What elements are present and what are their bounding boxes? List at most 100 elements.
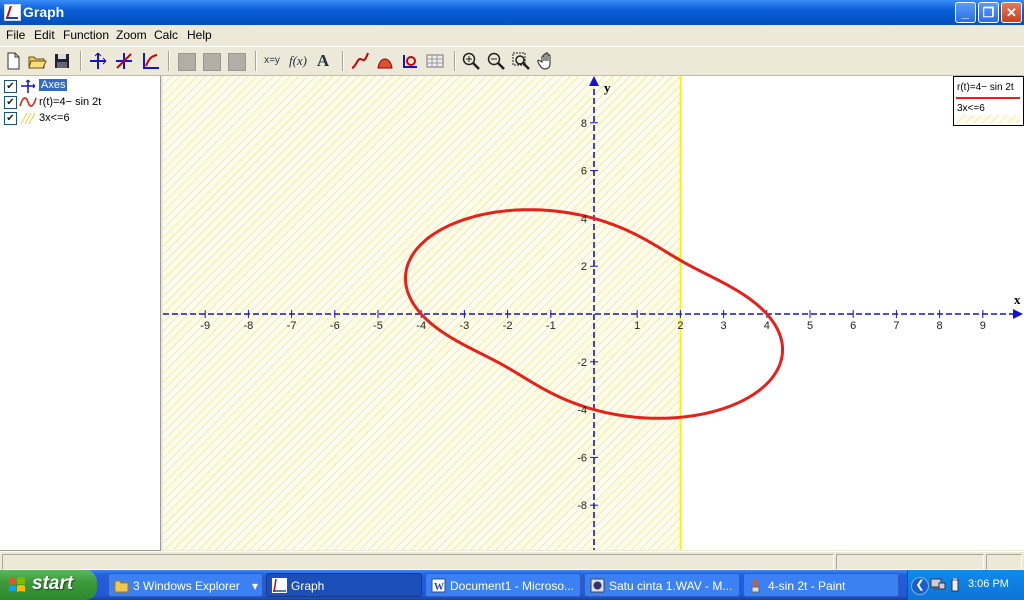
y-tick-label: 8 — [581, 118, 587, 130]
insert-text-icon[interactable]: A — [313, 51, 333, 71]
chevron-down-icon: ▾ — [251, 579, 258, 593]
show-hidden-icons-button[interactable]: ❮ — [911, 577, 929, 595]
menu-calc[interactable]: Calc — [154, 28, 178, 42]
toolbar: x=y f(x) A — [0, 46, 1024, 76]
toolbar-separator — [80, 51, 82, 71]
insert-axes-icon[interactable] — [88, 51, 108, 71]
start-button[interactable]: start — [0, 570, 97, 600]
taskbar-item-label: Graph — [291, 579, 325, 593]
menu-bar: File Edit Function Zoom Calc Help — [0, 25, 1024, 45]
minimize-button[interactable]: _ — [955, 2, 976, 23]
x-tick-label: 2 — [677, 320, 683, 332]
toolbar-separator — [255, 51, 257, 71]
status-cell — [986, 554, 1022, 570]
y-tick-label: 4 — [581, 213, 587, 225]
table-icon[interactable] — [425, 51, 445, 71]
insert-shading-icon[interactable] — [375, 51, 395, 71]
x-tick-label: 5 — [807, 320, 813, 332]
menu-edit[interactable]: Edit — [34, 28, 55, 42]
pan-hand-icon[interactable] — [537, 51, 557, 71]
x-tick-label: 1 — [634, 320, 640, 332]
taskbar-item-label: 3 Windows Explorer — [133, 579, 240, 593]
insert-series-icon[interactable] — [350, 51, 370, 71]
x-tick-label: 6 — [850, 320, 856, 332]
menu-help[interactable]: Help — [187, 28, 212, 42]
x-axis-arrow — [1013, 309, 1023, 319]
axes-icon — [21, 79, 36, 93]
volume-icon[interactable] — [950, 577, 960, 593]
shading-checkbox[interactable]: ✔ — [4, 112, 17, 125]
taskbar-item-label: Document1 - Microso... — [450, 579, 575, 593]
x-tick-label: 7 — [893, 320, 899, 332]
y-tick-label: -8 — [577, 500, 587, 512]
curve-icon — [19, 97, 37, 107]
menu-function[interactable]: Function — [63, 28, 109, 42]
disabled-icon — [178, 53, 196, 71]
x-tick-label: -4 — [416, 320, 426, 332]
legend-shading-label: 3x<=6 — [957, 103, 985, 114]
folder-icon — [114, 580, 129, 593]
y-axis-label: y — [604, 80, 611, 95]
y-tick-label: -4 — [577, 405, 587, 417]
word-icon: W — [431, 578, 446, 593]
svg-text:W: W — [434, 582, 444, 593]
graph-area[interactable]: -9 -8 -7 -6 -5 -4 -3 -2 -1 1 2 3 4 5 6 7 8 9 -8 -6 -4 -2 2 4 6 8 x… — [163, 76, 1024, 550]
taskbar-item-label: Satu cinta 1.WAV - M... — [609, 579, 733, 593]
x-tick-label: -7 — [287, 320, 297, 332]
relation-icon[interactable] — [400, 51, 420, 71]
taskbar-item-media[interactable]: Satu cinta 1.WAV - M... — [584, 573, 740, 597]
save-icon[interactable] — [52, 51, 72, 71]
list-item-curve[interactable]: ✔ r(t)=4− sin 2t — [4, 94, 154, 110]
network-icon[interactable] — [930, 578, 946, 592]
new-icon[interactable] — [3, 51, 23, 71]
taskbar-item-graph[interactable]: Graph — [266, 573, 422, 597]
window-title: Graph — [23, 4, 65, 20]
y-tick-label: 6 — [581, 166, 587, 178]
insert-tangent-icon[interactable] — [114, 51, 134, 71]
shading-icon — [20, 112, 36, 125]
zoom-out-icon[interactable] — [486, 51, 506, 71]
close-icon: ✕ — [1006, 5, 1017, 20]
x-tick-label: 4 — [764, 320, 770, 332]
x-tick-label: 8 — [937, 320, 943, 332]
zoom-in-icon[interactable] — [461, 51, 481, 71]
minimize-icon: _ — [961, 5, 970, 20]
x-axis-label: x — [1014, 292, 1021, 307]
media-icon — [590, 578, 605, 593]
axes-checkbox[interactable]: ✔ — [4, 80, 17, 93]
zoom-window-icon[interactable] — [511, 51, 531, 71]
curve-checkbox[interactable]: ✔ — [4, 96, 17, 109]
function-list[interactable]: ✔ Axes ✔ r(t)=4− sin 2t ✔ 3x<=6 — [0, 76, 161, 551]
status-bar — [0, 551, 1024, 571]
legend-shading-swatch — [956, 115, 1020, 123]
x-tick-label: 9 — [980, 320, 986, 332]
taskbar-item-word[interactable]: W Document1 - Microso... — [425, 573, 581, 597]
title-bar[interactable]: Graph _ ❐ ✕ — [0, 0, 1024, 25]
shading-label: 3x<=6 — [39, 112, 70, 124]
taskbar-item-explorer[interactable]: 3 Windows Explorer ▾ — [108, 573, 263, 597]
paint-icon — [751, 579, 760, 593]
open-icon[interactable] — [27, 51, 47, 71]
status-cell — [2, 554, 834, 570]
close-button[interactable]: ✕ — [1001, 2, 1022, 23]
menu-zoom[interactable]: Zoom — [116, 28, 147, 42]
x-tick-label: -8 — [244, 320, 254, 332]
insert-normal-icon[interactable] — [140, 51, 160, 71]
insert-function-icon[interactable]: f(x) — [288, 51, 308, 71]
taskbar: start 3 Windows Explorer ▾ Graph W Docum… — [0, 570, 1024, 600]
list-item-shading[interactable]: ✔ 3x<=6 — [4, 110, 154, 126]
x-tick-label: -2 — [503, 320, 513, 332]
y-tick-label: -6 — [577, 452, 587, 464]
restore-button[interactable]: ❐ — [978, 2, 999, 23]
swap-xy-icon[interactable]: x=y — [262, 51, 282, 71]
windows-logo-icon — [9, 577, 25, 592]
toolbar-separator — [342, 51, 344, 71]
taskbar-item-paint[interactable]: 4-sin 2t - Paint — [743, 573, 899, 597]
x-tick-label: 3 — [721, 320, 727, 332]
graph-app-icon[interactable] — [4, 4, 21, 21]
x-tick-label: -6 — [330, 320, 340, 332]
toolbar-separator — [168, 51, 170, 71]
menu-file[interactable]: File — [6, 28, 25, 42]
list-item-axes[interactable]: ✔ Axes — [4, 78, 154, 94]
chart-svg[interactable]: -9 -8 -7 -6 -5 -4 -3 -2 -1 1 2 3 4 5 6 7 8 9 -8 -6 -4 -2 2 4 6 8 x… — [163, 76, 1024, 550]
